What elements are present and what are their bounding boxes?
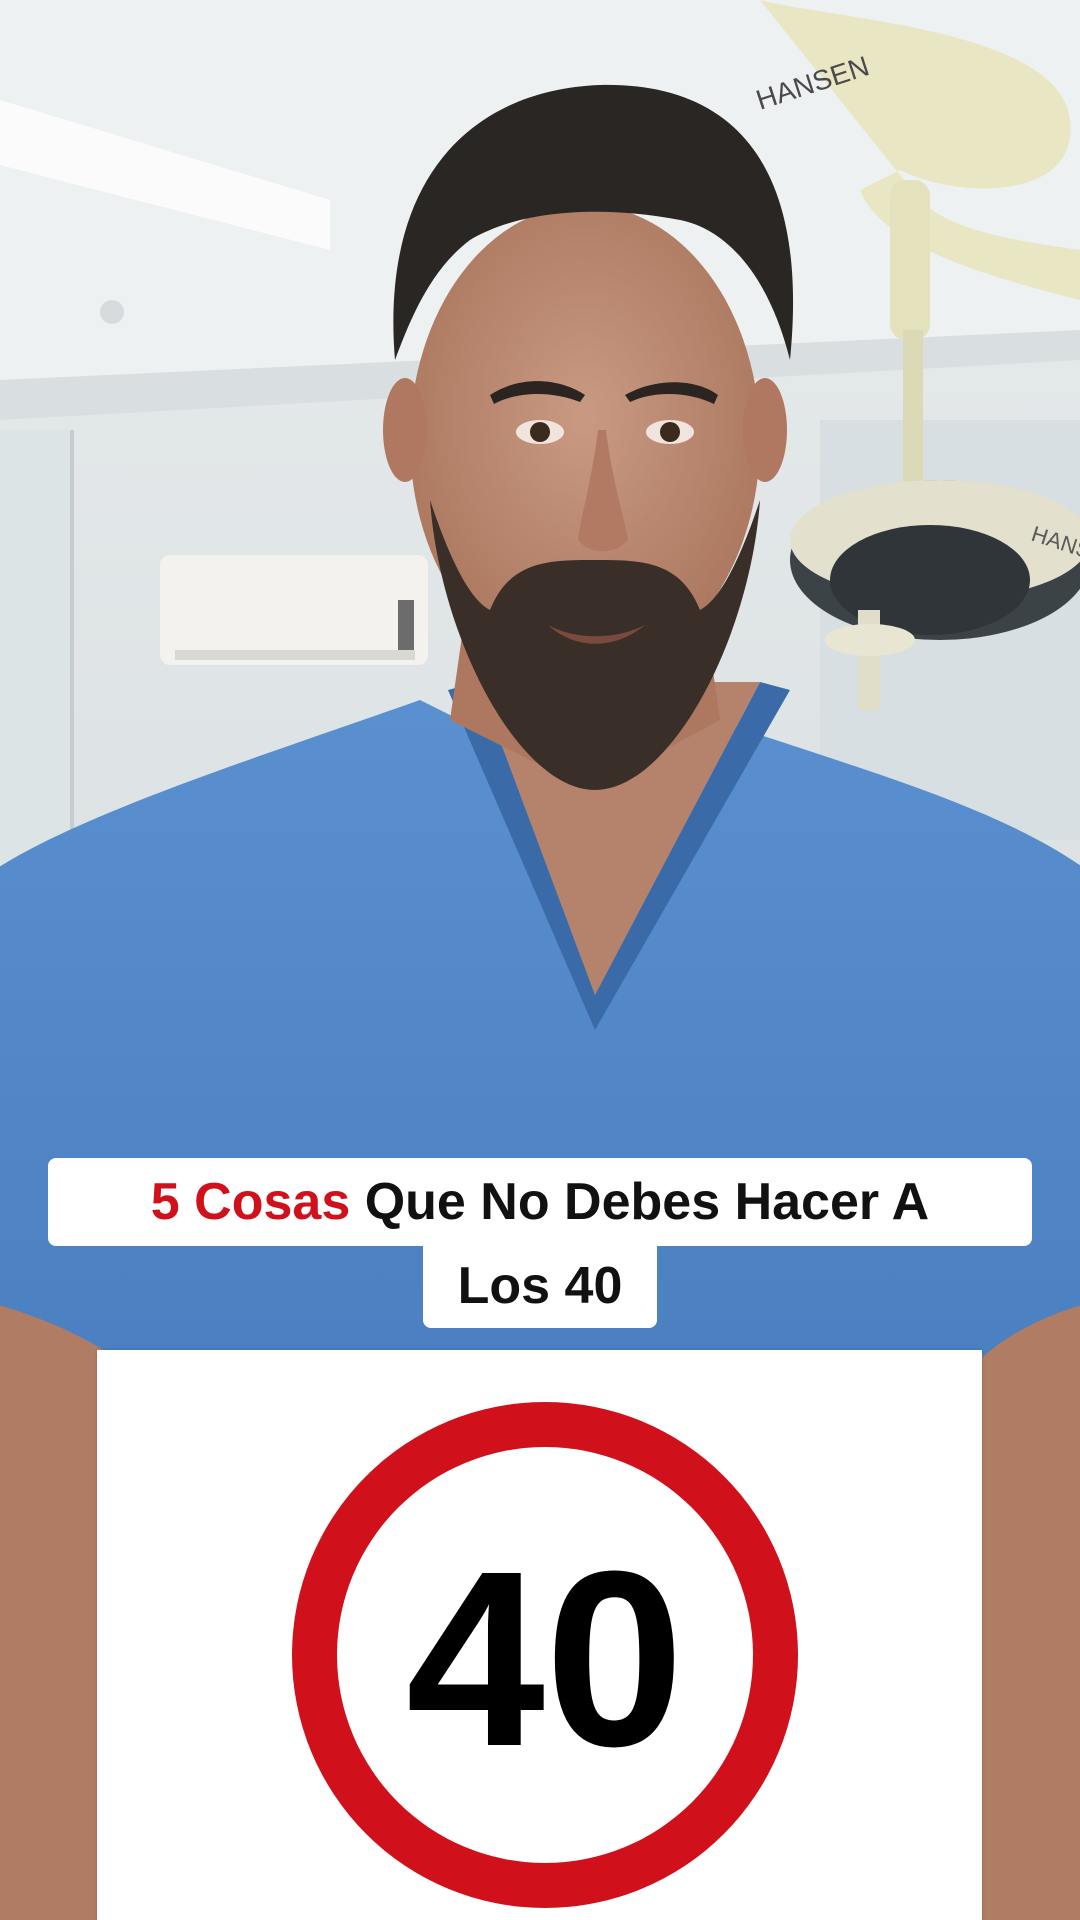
age-40-sign-card: 40 [97, 1350, 982, 1920]
video-frame: HANSEN HANSEN 5 Cosas Que No Debes Hacer… [0, 0, 1080, 1920]
speed-limit-sign: 40 [292, 1402, 798, 1908]
sign-number: 40 [406, 1519, 684, 1798]
air-conditioner [160, 555, 428, 665]
caption-line-1-text: Que No Debes Hacer A [350, 1173, 930, 1231]
caption-highlight: 5 Cosas [150, 1173, 351, 1231]
caption-line-1: 5 Cosas Que No Debes Hacer A [48, 1158, 1032, 1246]
caption-line-2: Los 40 [423, 1244, 657, 1328]
